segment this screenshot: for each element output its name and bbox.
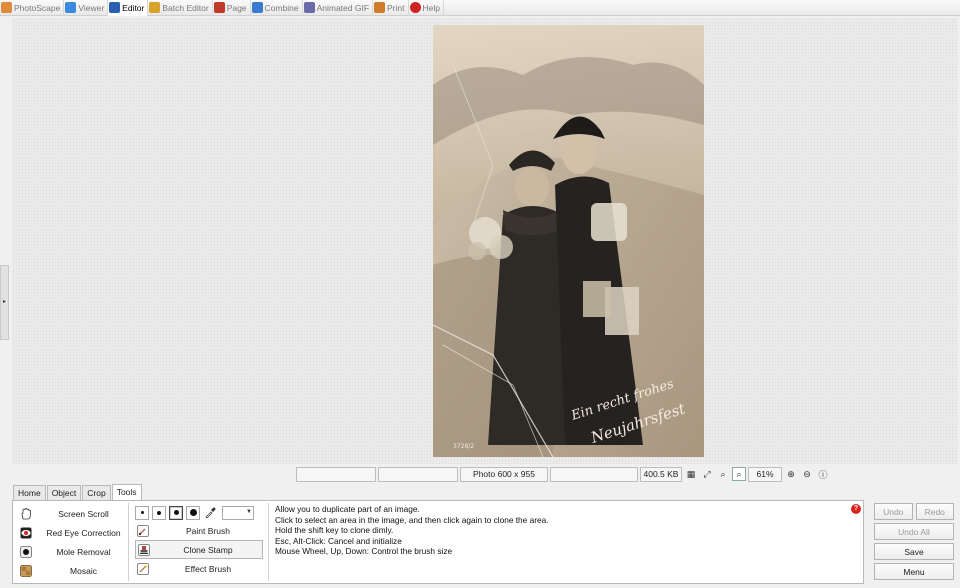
print-icon (374, 2, 386, 13)
mosaic-icon (19, 564, 32, 577)
brush-size-3[interactable] (169, 505, 183, 520)
description-line: Mouse Wheel, Up, Down: Control the brush… (275, 546, 453, 556)
tab-animated-gif[interactable]: Animated GIF (303, 0, 374, 16)
paint-brush-icon (137, 524, 149, 537)
editor-tabs: Home Object Crop Tools (13, 484, 142, 500)
tool-screen-scroll[interactable]: Screen Scroll (19, 504, 131, 523)
batch-editor-icon (149, 2, 161, 13)
top-tab-bar: PhotoScape Viewer Editor Batch Editor Pa… (0, 0, 960, 16)
chevron-down-icon: ▼ (246, 508, 252, 515)
tab-page[interactable]: Page (213, 0, 251, 16)
combine-icon (251, 2, 263, 13)
undo-button[interactable]: Undo (874, 503, 913, 520)
menu-button[interactable]: Menu (874, 563, 954, 580)
tool-red-eye-correction[interactable]: Red Eye Correction (19, 523, 131, 542)
effect-brush-icon (137, 562, 149, 575)
description-line: Esc, Alt-Click: Cancel and initialize (275, 535, 402, 546)
brush-size-4[interactable] (186, 505, 200, 520)
photo-number: 3728/2 (453, 443, 474, 450)
zoom-fit-icon[interactable]: ⌕ (716, 467, 730, 481)
tab-home[interactable]: Home (13, 485, 46, 500)
tab-photoscape[interactable]: PhotoScape (0, 0, 65, 16)
tools-panel: Screen Scroll Red Eye Correction Mole Re… (12, 500, 864, 584)
tab-batch-editor[interactable]: Batch Editor (148, 0, 213, 16)
tool-effect-brush[interactable]: Effect Brush (135, 559, 263, 578)
panel-toggle-handle[interactable]: ▸ (0, 265, 9, 340)
status-file-size: 400.5 KB (640, 466, 682, 482)
tab-help[interactable]: Help (409, 0, 444, 16)
description-line: Click to select an area in the image, an… (275, 514, 549, 525)
zoom-level: 61% (748, 466, 782, 482)
description-line: Allow you to duplicate part of an image. (275, 504, 420, 514)
divider (128, 503, 129, 581)
brush-size-1[interactable] (135, 505, 149, 520)
zoom-out-icon[interactable]: ⊖ (800, 467, 814, 481)
redo-button[interactable]: Redo (915, 503, 954, 520)
tab-editor[interactable]: Editor (108, 0, 149, 16)
red-eye-icon (19, 526, 32, 539)
fit-screen-icon[interactable]: ⤢ (700, 467, 714, 481)
info-icon[interactable]: ⓘ (816, 467, 830, 481)
undo-all-button[interactable]: Undo All (874, 523, 954, 540)
mole-icon (19, 545, 32, 558)
help-icon (409, 2, 421, 13)
brush-size-picker: ▼ (135, 504, 263, 521)
clone-stamp-icon (138, 543, 150, 556)
status-bar: Photo 600 x 955 400.5 KB ▦ ⤢ ⌕ ⌕ 61% ⊕ ⊖… (296, 466, 830, 482)
eyedropper-icon[interactable] (203, 505, 217, 520)
help-question-icon[interactable]: ? (851, 504, 861, 514)
action-buttons: Undo Redo Undo All Save Menu (874, 503, 954, 583)
brush-tool-list: ▼ Paint Brush Clone Stamp Effect Brush (135, 504, 263, 578)
description-line: Hold the shift key to clone dimly. (275, 525, 394, 535)
tool-mole-removal[interactable]: Mole Removal (19, 542, 131, 561)
status-cell-empty-1 (296, 466, 376, 482)
tool-paint-brush[interactable]: Paint Brush (135, 521, 263, 540)
tool-description: Allow you to duplicate part of an image.… (275, 504, 835, 557)
photoscape-icon (1, 2, 12, 13)
tool-list: Screen Scroll Red Eye Correction Mole Re… (19, 504, 131, 580)
save-button[interactable]: Save (874, 543, 954, 560)
transparency-icon[interactable]: ▦ (684, 467, 698, 481)
editor-icon (109, 2, 121, 13)
status-cell-empty-2 (378, 466, 458, 482)
page-icon (213, 2, 225, 13)
viewer-icon (65, 2, 77, 13)
tab-crop[interactable]: Crop (82, 485, 111, 500)
tab-object[interactable]: Object (46, 485, 82, 500)
animated-gif-icon (303, 2, 315, 13)
tab-combine[interactable]: Combine (251, 0, 303, 16)
zoom-actual-icon[interactable]: ⌕ (732, 467, 746, 481)
brush-color-dropdown[interactable]: ▼ (222, 505, 254, 520)
brush-size-2[interactable] (152, 505, 166, 520)
tab-viewer[interactable]: Viewer (64, 0, 109, 16)
hand-icon (19, 507, 32, 520)
tab-tools[interactable]: Tools (111, 484, 142, 500)
divider (268, 503, 269, 581)
tab-print[interactable]: Print (373, 0, 409, 16)
status-photo-size: Photo 600 x 955 (460, 466, 548, 482)
zoom-in-icon[interactable]: ⊕ (784, 467, 798, 481)
status-cell-empty-3 (550, 466, 638, 482)
edited-photo[interactable]: Ein recht frohes Neujahrsfest 3728/2 (433, 25, 704, 457)
tool-mosaic[interactable]: Mosaic (19, 561, 131, 580)
tool-clone-stamp[interactable]: Clone Stamp (135, 540, 263, 559)
